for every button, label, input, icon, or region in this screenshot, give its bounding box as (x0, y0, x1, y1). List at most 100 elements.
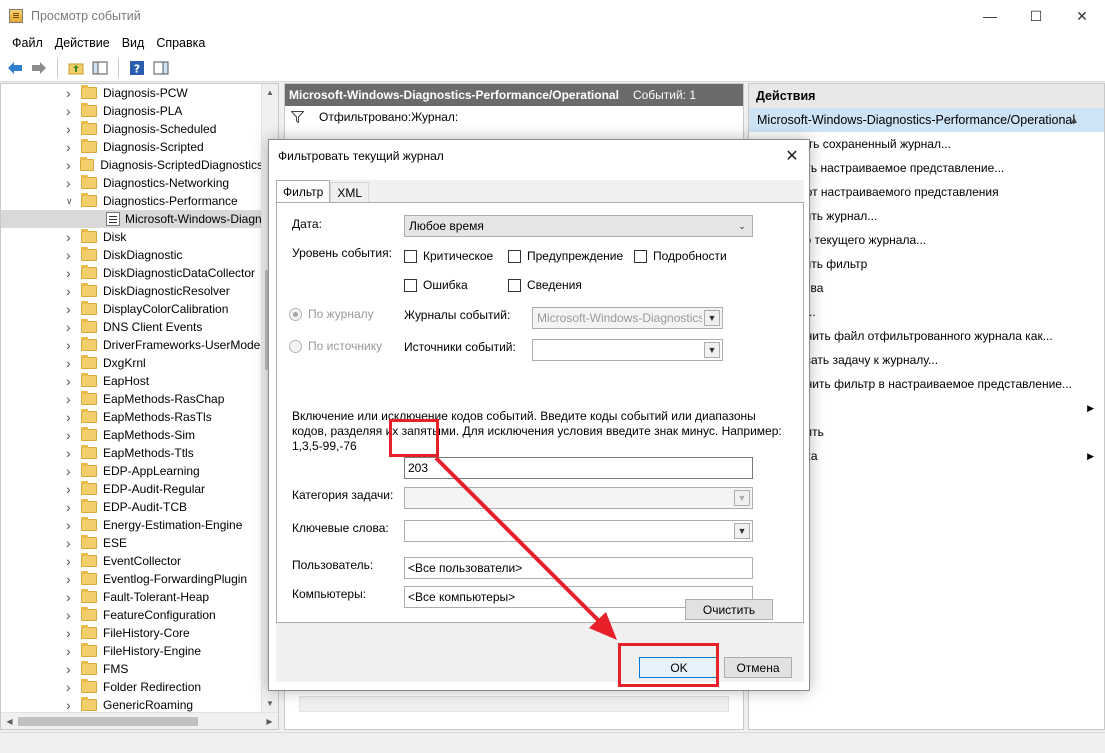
chevron-right-icon[interactable]: › (66, 481, 74, 497)
scroll-right-icon[interactable]: ▶ (261, 713, 278, 729)
tree-item[interactable]: › EDP-Audit-TCB (1, 498, 263, 516)
action-item[interactable]: и... (799, 300, 1104, 324)
action-item[interactable]: ства (799, 276, 1104, 300)
tree-item[interactable]: › ESE (1, 534, 263, 552)
radio-dot[interactable] (289, 339, 302, 353)
event-logs-select[interactable]: Microsoft-Windows-Diagnostics ▼ (532, 307, 723, 329)
chevron-right-icon[interactable]: › (66, 553, 74, 569)
tree-horizontal-scrollbar[interactable]: ◀ ▶ (1, 712, 278, 729)
tree-item[interactable]: › GenericRoaming (1, 696, 263, 712)
checkbox-box[interactable] (508, 278, 521, 292)
tree-item[interactable]: › EDP-Audit-Regular (1, 480, 263, 498)
tree-item[interactable]: › EapMethods-RasChap (1, 390, 263, 408)
forward-arrow-icon[interactable] (29, 58, 49, 78)
tree-item[interactable]: › DiskDiagnostic (1, 246, 263, 264)
checkbox-box[interactable] (404, 278, 417, 292)
menu-view[interactable]: Вид (116, 36, 151, 50)
tree-item[interactable]: › Diagnosis-Scheduled (1, 120, 263, 138)
chevron-right-icon[interactable]: › (66, 283, 74, 299)
action-item[interactable]: тр текущего журнала... (799, 228, 1104, 252)
tree-item[interactable]: › Fault-Tolerant-Heap (1, 588, 263, 606)
by-source-radio[interactable]: По источнику (289, 339, 382, 353)
menu-help[interactable]: Справка (150, 36, 211, 50)
tree-item[interactable]: › EapMethods-Sim (1, 426, 263, 444)
checkbox-box[interactable] (508, 249, 521, 263)
tree-item[interactable]: › EapHost (1, 372, 263, 390)
by-log-radio[interactable]: По журналу (289, 307, 374, 321)
action-item[interactable]: анить фильтр в настраиваемое представлен… (799, 372, 1104, 396)
cancel-button[interactable]: Отмена (724, 657, 792, 678)
keywords-select[interactable]: ▼ (404, 520, 753, 542)
error-checkbox[interactable]: Ошибка (404, 278, 468, 292)
event-ids-input[interactable]: 203 (404, 457, 753, 479)
chevron-right-icon[interactable]: › (66, 301, 74, 317)
tree-item[interactable]: ∨ Diagnostics-Performance (1, 192, 263, 210)
scroll-thumb[interactable] (18, 717, 198, 726)
chevron-right-icon[interactable]: › (66, 535, 74, 551)
chevron-right-icon[interactable]: › (66, 85, 74, 101)
tree-item[interactable]: › DxgKrnl (1, 354, 263, 372)
chevron-right-icon[interactable]: › (66, 247, 74, 263)
action-item[interactable]: ать настраиваемое представление... (799, 156, 1104, 180)
radio-dot[interactable] (289, 307, 302, 321)
action-item[interactable]: анить файл отфильтрованного журнала как.… (799, 324, 1104, 348)
chevron-right-icon[interactable]: › (66, 571, 74, 587)
chevron-right-icon[interactable]: › (66, 103, 74, 119)
date-select[interactable]: Любое время ⌄ (404, 215, 753, 237)
tree-item[interactable]: › FeatureConfiguration (1, 606, 263, 624)
task-category-select[interactable]: ▼ (404, 487, 753, 509)
tree-item[interactable]: › DNS Client Events (1, 318, 263, 336)
tree-item[interactable]: › FMS (1, 660, 263, 678)
action-item[interactable]: тить фильтр (799, 252, 1104, 276)
chevron-down-icon[interactable]: ∨ (66, 196, 74, 207)
help-icon[interactable]: ? (127, 58, 147, 78)
chevron-right-icon[interactable]: › (66, 265, 74, 281)
tree-item[interactable]: › Diagnosis-Scripted (1, 138, 263, 156)
action-item[interactable]: вить (799, 420, 1104, 444)
chevron-right-icon[interactable]: › (66, 229, 74, 245)
chevron-right-icon[interactable]: › (66, 499, 74, 515)
tree-item[interactable]: › EapMethods-Ttls (1, 444, 263, 462)
chevron-right-icon[interactable]: › (66, 679, 74, 695)
tree-item[interactable]: › Diagnosis-PCW (1, 84, 263, 102)
chevron-right-icon[interactable]: › (66, 373, 74, 389)
chevron-right-icon[interactable]: › (66, 121, 74, 137)
chevron-right-icon[interactable]: › (66, 391, 74, 407)
tab-xml[interactable]: XML (330, 182, 369, 202)
chevron-right-icon[interactable]: › (66, 409, 74, 425)
tree-item[interactable]: › DriverFrameworks-UserMode (1, 336, 263, 354)
tree-item[interactable]: ›Microsoft-Windows-Diagn (1, 210, 263, 228)
menu-action[interactable]: Действие (49, 36, 116, 50)
chevron-right-icon[interactable]: › (66, 625, 74, 641)
collapse-triangle-icon[interactable]: ▲ (1069, 115, 1079, 126)
chevron-right-icon[interactable]: › (66, 157, 73, 173)
critical-checkbox[interactable]: Критическое (404, 249, 493, 263)
maximize-button[interactable]: ☐ (1013, 0, 1059, 32)
chevron-right-icon[interactable]: › (66, 175, 74, 191)
chevron-right-icon[interactable]: › (66, 643, 74, 659)
scroll-left-icon[interactable]: ◀ (1, 713, 18, 729)
tree-item[interactable]: › EventCollector (1, 552, 263, 570)
tree-item[interactable]: › FileHistory-Engine (1, 642, 263, 660)
action-item[interactable]: ▶ (799, 396, 1104, 420)
checkbox-box[interactable] (634, 249, 647, 263)
folder-up-icon[interactable] (66, 58, 86, 78)
action-item[interactable]: вка▶ (799, 444, 1104, 468)
user-input[interactable]: <Все пользователи> (404, 557, 753, 579)
chevron-right-icon[interactable]: › (66, 355, 74, 371)
tree-item[interactable]: › Folder Redirection (1, 678, 263, 696)
tree-item[interactable]: › Eventlog-ForwardingPlugin (1, 570, 263, 588)
tab-filter[interactable]: Фильтр (276, 180, 331, 202)
tree-item[interactable]: › EDP-AppLearning (1, 462, 263, 480)
action-item[interactable]: тить журнал... (799, 204, 1104, 228)
tree-item[interactable]: › DisplayColorCalibration (1, 300, 263, 318)
minimize-button[interactable]: — (967, 0, 1013, 32)
back-arrow-icon[interactable] (5, 58, 25, 78)
tree-item[interactable]: › Disk (1, 228, 263, 246)
chevron-right-icon[interactable]: › (66, 607, 74, 623)
show-action-pane-icon[interactable] (151, 58, 171, 78)
chevron-right-icon[interactable]: › (66, 589, 74, 605)
information-checkbox[interactable]: Сведения (508, 278, 582, 292)
chevron-right-icon[interactable]: › (66, 697, 74, 712)
events-horizontal-scrollbar[interactable] (299, 696, 729, 712)
